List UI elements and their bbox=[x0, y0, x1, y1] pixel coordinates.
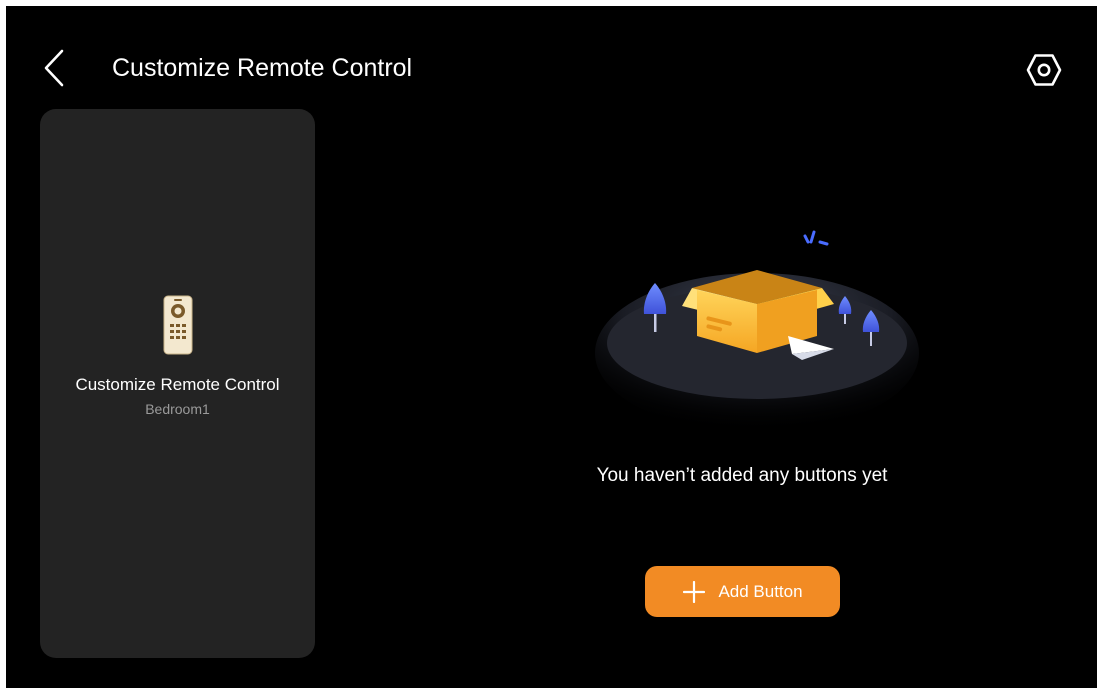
page-title: Customize Remote Control bbox=[112, 54, 413, 82]
back-button[interactable] bbox=[36, 46, 72, 90]
hexagon-settings-icon bbox=[1026, 54, 1062, 86]
add-button-label: Add Button bbox=[718, 581, 803, 601]
plus-icon bbox=[682, 580, 706, 604]
empty-state-message: You haven’t added any buttons yet bbox=[596, 465, 888, 486]
device-name: Customize Remote Control bbox=[75, 375, 280, 394]
app-screen: Customize Remote Control Customize Remot… bbox=[6, 6, 1097, 688]
add-button[interactable]: Add Button bbox=[645, 566, 840, 617]
chevron-left-icon bbox=[44, 49, 64, 87]
remote-device-card[interactable]: Customize Remote Control Bedroom1 bbox=[40, 109, 315, 658]
device-room: Bedroom1 bbox=[145, 401, 210, 417]
empty-box-illustration bbox=[595, 230, 919, 433]
settings-button[interactable] bbox=[1024, 50, 1064, 90]
remote-control-icon bbox=[163, 295, 193, 355]
